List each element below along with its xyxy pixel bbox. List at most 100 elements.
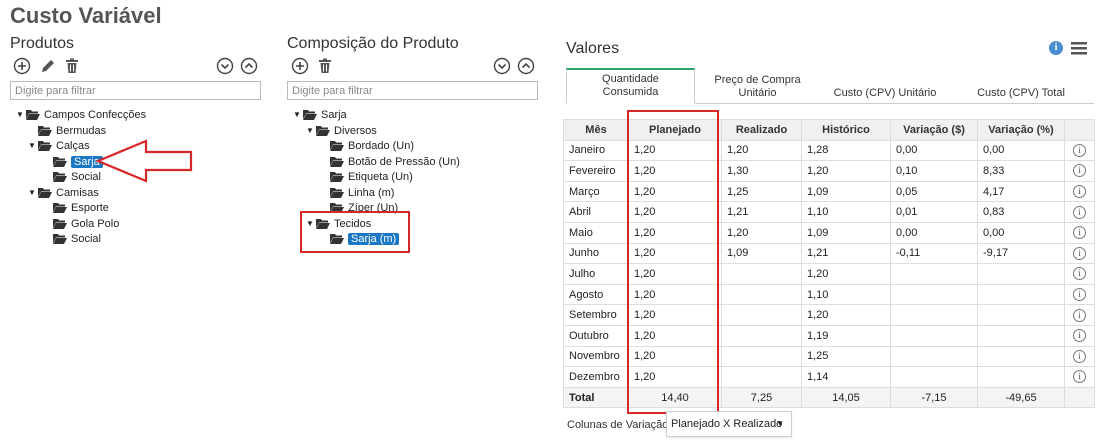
value-cell: 0,00 [890,221,978,244]
value-cell: 1,20 [801,263,891,285]
month-cell: Setembro [563,304,629,326]
tree-node-esporte[interactable]: Esporte [53,200,109,215]
value-cell [890,283,978,306]
page-title: Custo Variável [10,3,162,28]
add-icon[interactable] [291,57,309,75]
month-cell: Novembro [563,345,629,368]
caret-down-icon[interactable]: ▼ [293,110,303,119]
edit-pencil-icon[interactable] [39,57,57,75]
composicao-filter-input[interactable] [287,81,538,100]
chevron-down-circle-icon[interactable] [216,57,234,75]
info-icon[interactable]: i [1049,41,1063,55]
caret-down-icon[interactable]: ▼ [28,141,38,150]
info-circle-icon[interactable]: i [1073,143,1086,157]
tree-node-social[interactable]: Social [53,169,101,184]
folder-open-icon [330,157,344,167]
value-cell: 1,14 [801,366,891,388]
info-circle-icon[interactable]: i [1073,185,1086,199]
tab-preco-compra-unitario[interactable]: Preço de Compra Unitário [696,68,819,104]
tree-node-calcas[interactable]: ▼ Calças [28,138,90,153]
tree-node-bermudas[interactable]: Bermudas [38,123,106,138]
composicao-title: Composição do Produto [287,35,459,52]
value-cell: 0,10 [890,160,978,182]
row-info-cell: i [1064,304,1095,326]
info-circle-icon[interactable]: i [1073,164,1086,178]
info-circle-icon[interactable]: i [1073,205,1086,219]
column-header[interactable]: Mês [563,119,629,141]
chevron-up-circle-icon[interactable] [240,57,258,75]
column-header[interactable]: Variação (%) [977,119,1065,141]
tab-custo-cpv-total[interactable]: Custo (CPV) Total [951,68,1091,104]
menu-icon[interactable] [1071,42,1087,55]
tree-label: Diversos [334,124,377,137]
tree-node-linha[interactable]: Linha (m) [330,185,394,200]
tree-node-camisas[interactable]: ▼ Camisas [28,185,99,200]
variation-select-value: Planejado X Realizado [671,418,783,430]
chevron-up-circle-icon[interactable] [517,57,535,75]
info-circle-icon[interactable]: i [1073,226,1086,240]
tab-custo-cpv-unitario[interactable]: Custo (CPV) Unitário [820,68,950,104]
tree-node-campos-confeccoes[interactable]: ▼ Campos Confecções [16,107,146,122]
value-cell: 0,05 [890,180,978,203]
info-circle-icon[interactable]: i [1073,349,1086,363]
annotation-arrow-icon [95,139,193,183]
tree-node-sarja-root[interactable]: ▼ Sarja [293,107,347,122]
value-cell [977,263,1065,285]
tree-node-botao-de-pressao[interactable]: Botão de Pressão (Un) [330,154,460,169]
info-circle-icon[interactable]: i [1073,370,1086,384]
value-cell: 1,10 [801,283,891,306]
month-cell: Junho [563,242,629,265]
month-cell: Janeiro [563,139,629,162]
month-cell: Outubro [563,324,629,347]
value-cell [977,366,1065,388]
tab-quantidade-consumida[interactable]: Quantidade Consumida [566,68,695,104]
value-cell [721,345,802,368]
info-circle-icon[interactable]: i [1073,329,1086,343]
caret-down-icon[interactable]: ▼ [306,126,316,135]
tree-label: Campos Confecções [44,108,147,121]
tree-node-gola-polo[interactable]: Gola Polo [53,216,119,231]
value-cell: -0,11 [890,242,978,265]
month-cell: Abril [563,201,629,223]
chevron-down-circle-icon[interactable] [493,57,511,75]
month-cell: Julho [563,263,629,285]
tree-label: Bermudas [56,124,107,137]
tree-node-diversos[interactable]: ▼ Diversos [306,123,377,138]
trash-icon[interactable] [63,57,81,75]
total-empty-cell [1064,386,1095,409]
tree-label: Sarja [321,108,347,121]
row-info-cell: i [1064,366,1095,388]
caret-down-icon: ▼ [776,419,784,428]
folder-open-icon [330,172,344,182]
row-info-cell: i [1064,139,1095,162]
value-cell [890,304,978,326]
tree-label: Bordado (Un) [348,139,415,152]
folder-open-icon [38,126,52,136]
tree-node-etiqueta[interactable]: Etiqueta (Un) [330,169,413,184]
value-cell: 1,25 [801,345,891,368]
value-cell: 1,30 [721,160,802,182]
column-header[interactable]: Variação ($) [890,119,978,141]
folder-open-icon [26,110,40,120]
value-cell: 1,19 [801,324,891,347]
tree-node-social-2[interactable]: Social [53,231,101,246]
info-circle-icon[interactable]: i [1073,246,1086,260]
column-header[interactable]: Realizado [721,119,802,141]
info-circle-icon[interactable]: i [1073,308,1086,322]
value-cell: 1,21 [801,242,891,265]
caret-down-icon[interactable]: ▼ [28,188,38,197]
caret-down-icon[interactable]: ▼ [16,110,26,119]
variation-columns-select[interactable]: Planejado X Realizado ▼ [666,411,792,437]
column-header[interactable]: Histórico [801,119,891,141]
info-circle-icon[interactable]: i [1073,267,1086,281]
folder-open-icon [330,188,344,198]
produtos-filter-input[interactable] [10,81,261,100]
tree-node-bordado[interactable]: Bordado (Un) [330,138,414,153]
tree-label: Gola Polo [71,217,120,230]
info-circle-icon[interactable]: i [1073,288,1086,302]
add-icon[interactable] [13,57,31,75]
value-cell [721,366,802,388]
folder-open-icon [53,234,67,244]
trash-icon[interactable] [316,57,334,75]
month-cell: Dezembro [563,366,629,388]
